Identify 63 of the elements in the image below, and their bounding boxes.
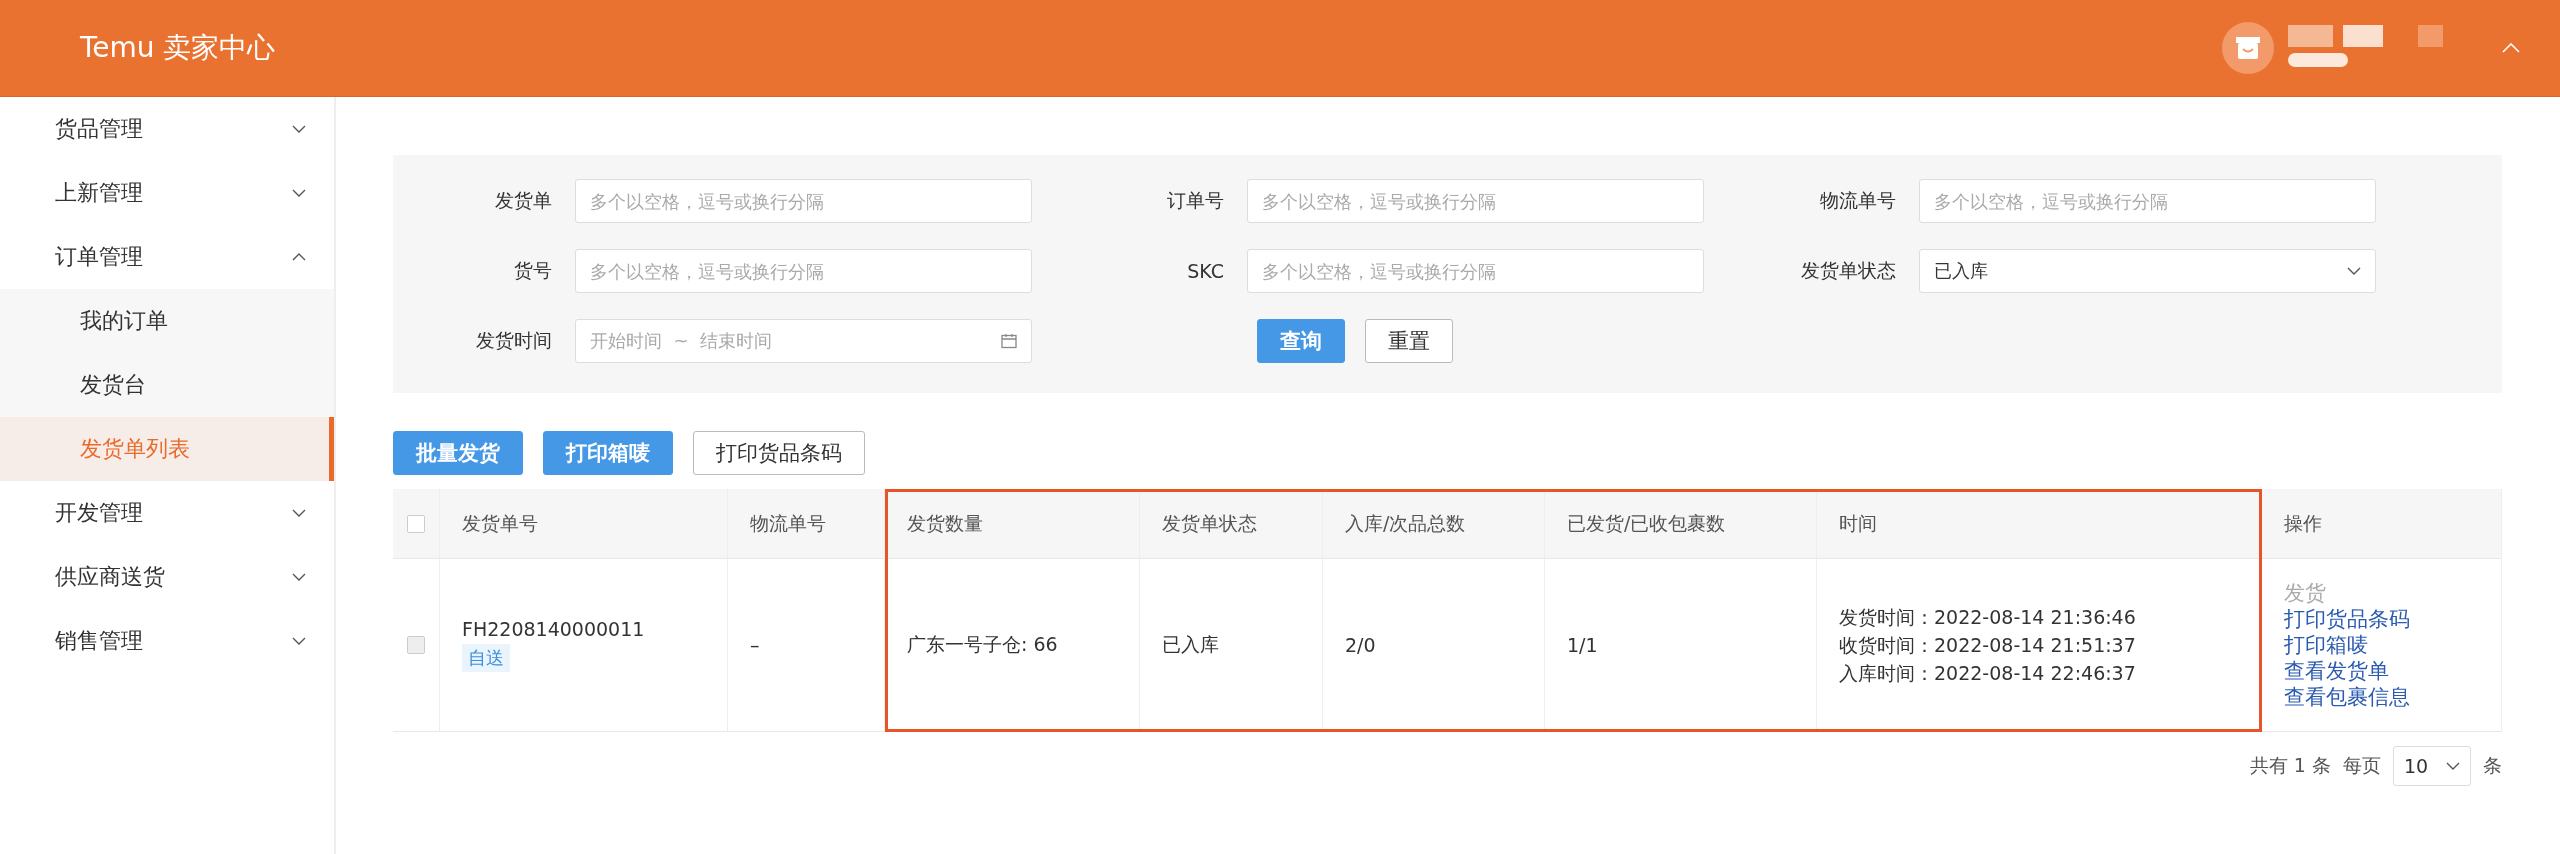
sidebar-item[interactable]: 开发管理 bbox=[0, 481, 334, 545]
time-text: 入库时间：2022-08-14 22:46:37 bbox=[1839, 661, 2136, 686]
filter-label: 发货单 bbox=[494, 188, 553, 213]
filter-label: 发货单状态 bbox=[1800, 258, 1897, 283]
column-header: 操作 bbox=[2262, 489, 2502, 559]
filter-label: 发货时间 bbox=[475, 328, 553, 353]
tag: 自送 bbox=[462, 644, 510, 672]
table-cell: 已入库 bbox=[1140, 559, 1323, 732]
column-header: 发货单状态 bbox=[1140, 489, 1323, 559]
chevron-down-icon bbox=[292, 573, 306, 581]
input-field[interactable]: 多个以空格，逗号或换行分隔 bbox=[1247, 249, 1704, 293]
filter-label: 订单号 bbox=[1166, 188, 1225, 213]
status-select[interactable]: 已入库 bbox=[1919, 249, 2376, 293]
page-size-select[interactable]: 10 bbox=[2393, 746, 2471, 786]
total-count: 共有 1 条 bbox=[2249, 753, 2331, 778]
time-text: 发货时间：2022-08-14 21:36:46 bbox=[1839, 605, 2136, 630]
toolbar-button[interactable]: 打印货品条码 bbox=[693, 431, 865, 475]
sidebar-subitem[interactable]: 发货台 bbox=[0, 353, 334, 417]
input-field[interactable]: 多个以空格，逗号或换行分隔 bbox=[1919, 179, 2376, 223]
reset-button[interactable]: 重置 bbox=[1365, 319, 1453, 363]
action-link[interactable]: 打印货品条码 bbox=[2284, 606, 2410, 632]
action-link[interactable]: 打印箱唛 bbox=[2284, 632, 2368, 658]
chevron-down-icon bbox=[2446, 762, 2460, 770]
sidebar-item[interactable]: 上新管理 bbox=[0, 161, 334, 225]
sidebar-item[interactable]: 货品管理 bbox=[0, 97, 334, 161]
brand-title: Temu 卖家中心 bbox=[80, 30, 277, 66]
input-field[interactable]: 多个以空格，逗号或换行分隔 bbox=[1247, 179, 1704, 223]
chevron-up-icon[interactable] bbox=[2502, 43, 2520, 53]
column-header: 发货单号 bbox=[440, 489, 728, 559]
sidebar-item[interactable]: 订单管理 bbox=[0, 225, 334, 289]
filter-label: 物流单号 bbox=[1819, 188, 1897, 213]
action-link[interactable]: 查看包裹信息 bbox=[2284, 684, 2410, 710]
chevron-down-icon bbox=[292, 125, 306, 133]
table-cell: 2/0 bbox=[1323, 559, 1545, 732]
table-cell: – bbox=[728, 559, 885, 732]
time-text: 收货时间：2022-08-14 21:51:37 bbox=[1839, 633, 2136, 658]
chevron-down-icon bbox=[292, 509, 306, 517]
chevron-down-icon bbox=[292, 189, 306, 197]
checkbox[interactable] bbox=[407, 636, 425, 654]
order-number: FH2208140000011 bbox=[462, 618, 645, 640]
table-cell: 1/1 bbox=[1545, 559, 1817, 732]
avatar-icon[interactable] bbox=[2222, 22, 2274, 74]
chevron-down-icon bbox=[2347, 267, 2361, 275]
chevron-up-icon bbox=[292, 253, 306, 261]
table-cell: 广东一号子仓: 66 bbox=[885, 559, 1140, 732]
sidebar-subitem[interactable]: 我的订单 bbox=[0, 289, 334, 353]
checkbox[interactable] bbox=[407, 514, 425, 533]
input-field[interactable]: 多个以空格，逗号或换行分隔 bbox=[575, 179, 1032, 223]
chevron-down-icon bbox=[292, 637, 306, 645]
column-header: 物流单号 bbox=[728, 489, 885, 559]
column-header: 入库/次品总数 bbox=[1323, 489, 1545, 559]
column-header: 时间 bbox=[1817, 489, 2262, 559]
input-field[interactable]: 多个以空格，逗号或换行分隔 bbox=[575, 249, 1032, 293]
per-page-label: 每页 bbox=[2343, 753, 2381, 778]
sidebar-item[interactable]: 销售管理 bbox=[0, 609, 334, 673]
action-link[interactable]: 查看发货单 bbox=[2284, 658, 2389, 684]
calendar-icon bbox=[1001, 333, 1017, 349]
filter-label: SKC bbox=[1186, 260, 1225, 282]
column-header: 发货数量 bbox=[885, 489, 1140, 559]
column-header: 已发货/已收包裹数 bbox=[1545, 489, 1817, 559]
sidebar-item[interactable]: 供应商送货 bbox=[0, 545, 334, 609]
unit-label: 条 bbox=[2483, 753, 2502, 778]
filter-label: 货号 bbox=[513, 258, 553, 283]
